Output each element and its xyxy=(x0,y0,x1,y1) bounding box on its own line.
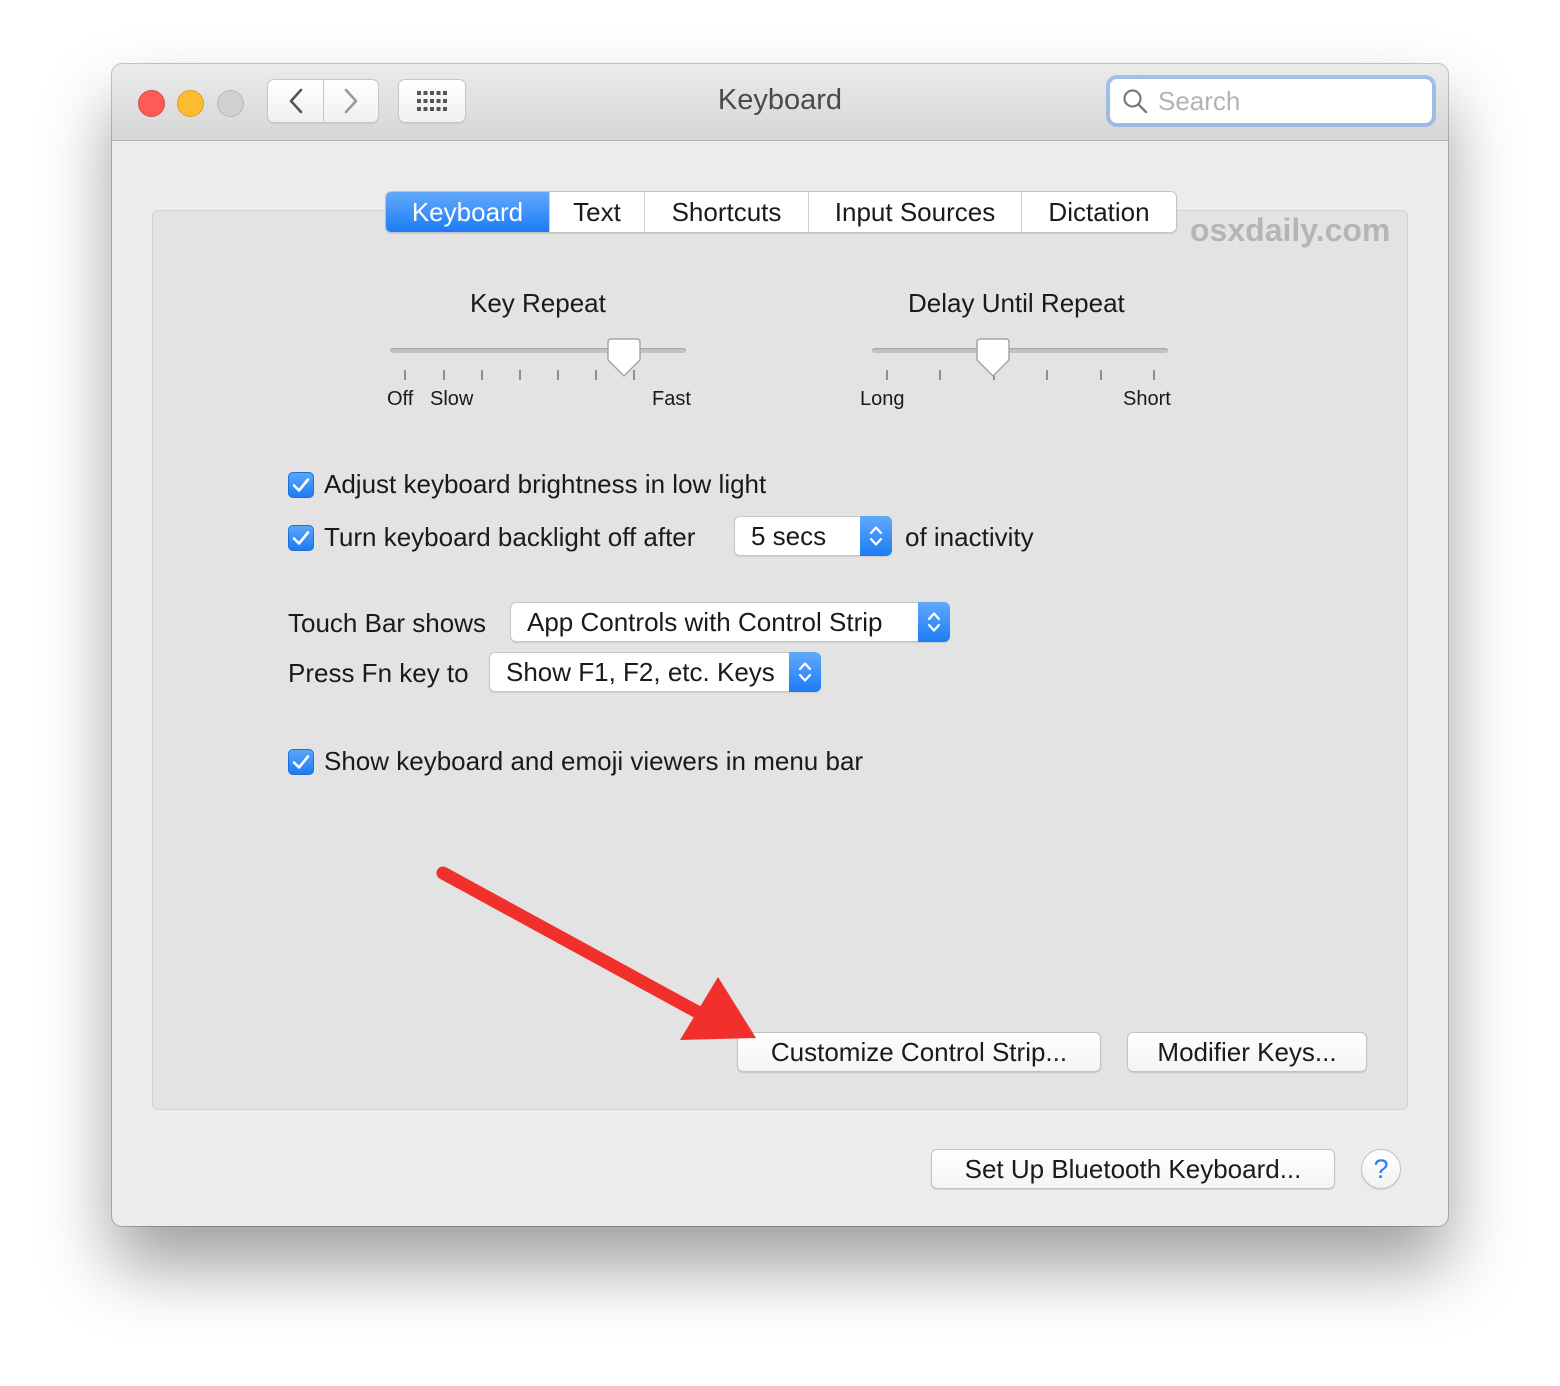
fn-key-value: Show F1, F2, etc. Keys xyxy=(506,656,775,687)
touch-bar-popup[interactable]: App Controls with Control Strip xyxy=(510,601,950,642)
customize-control-strip-button[interactable]: Customize Control Strip... xyxy=(737,1032,1101,1072)
slider-tick xyxy=(557,370,559,380)
adjust-brightness-row: Adjust keyboard brightness in low light xyxy=(288,469,766,500)
tab-shortcuts[interactable]: Shortcuts xyxy=(644,192,808,232)
help-button[interactable]: ? xyxy=(1361,1149,1401,1189)
title-bar: Keyboard xyxy=(112,64,1448,141)
slider-tick xyxy=(443,370,445,380)
slider-tick xyxy=(519,370,521,380)
touch-bar-value: App Controls with Control Strip xyxy=(527,606,883,637)
delay-until-repeat-slider-track[interactable] xyxy=(872,348,1168,353)
backlight-off-label: Turn keyboard backlight off after xyxy=(324,522,696,552)
slider-tick xyxy=(1153,370,1155,380)
tab-dictation[interactable]: Dictation xyxy=(1021,192,1176,232)
key-repeat-slider-thumb[interactable] xyxy=(607,338,641,378)
key-repeat-off-label: Off xyxy=(387,388,414,410)
adjust-brightness-label: Adjust keyboard brightness in low light xyxy=(324,469,767,499)
backlight-off-checkbox[interactable] xyxy=(288,524,314,551)
checkmark-icon xyxy=(292,530,310,545)
tab-text[interactable]: Text xyxy=(549,192,644,232)
checkmark-icon xyxy=(292,477,310,492)
watermark: osxdaily.com xyxy=(1190,212,1391,248)
fn-key-popup[interactable]: Show F1, F2, etc. Keys xyxy=(489,651,821,692)
keyboard-preferences-window: Keyboard Keyboard Text Shortcuts Input S… xyxy=(112,64,1448,1226)
tab-bar: Keyboard Text Shortcuts Input Sources Di… xyxy=(385,191,1177,233)
inactivity-suffix: of inactivity xyxy=(905,522,1034,552)
popup-stepper-icon xyxy=(860,515,892,556)
adjust-brightness-checkbox[interactable] xyxy=(288,471,314,498)
backlight-off-row: Turn keyboard backlight off after xyxy=(288,522,695,553)
search-field[interactable] xyxy=(1109,78,1433,124)
tab-input-sources[interactable]: Input Sources xyxy=(808,192,1021,232)
popup-stepper-icon xyxy=(789,651,821,692)
slider-tick xyxy=(1100,370,1102,380)
slider-tick xyxy=(481,370,483,380)
show-viewers-label: Show keyboard and emoji viewers in menu … xyxy=(324,746,864,776)
fn-key-label: Press Fn key to xyxy=(288,658,469,688)
delay-until-repeat-title: Delay Until Repeat xyxy=(908,288,1125,318)
search-icon xyxy=(1123,89,1148,114)
delay-long-label: Long xyxy=(860,388,905,410)
delay-short-label: Short xyxy=(1123,388,1171,410)
key-repeat-fast-label: Fast xyxy=(652,388,691,410)
set-up-bluetooth-keyboard-button[interactable]: Set Up Bluetooth Keyboard... xyxy=(931,1149,1335,1189)
checkmark-icon xyxy=(292,754,310,769)
tab-keyboard[interactable]: Keyboard xyxy=(386,192,549,232)
delay-until-repeat-slider-thumb[interactable] xyxy=(976,338,1010,378)
slider-tick xyxy=(404,370,406,380)
search-input[interactable] xyxy=(1156,84,1420,118)
touch-bar-label: Touch Bar shows xyxy=(288,608,486,638)
key-repeat-slow-label: Slow xyxy=(430,388,474,410)
slider-tick xyxy=(1046,370,1048,380)
show-viewers-row: Show keyboard and emoji viewers in menu … xyxy=(288,746,863,777)
popup-stepper-icon xyxy=(918,601,950,642)
key-repeat-title: Key Repeat xyxy=(470,288,606,318)
slider-tick xyxy=(886,370,888,380)
modifier-keys-button[interactable]: Modifier Keys... xyxy=(1127,1032,1367,1072)
show-viewers-checkbox[interactable] xyxy=(288,748,314,775)
backlight-duration-value: 5 secs xyxy=(751,520,827,551)
key-repeat-slider-track[interactable] xyxy=(390,348,686,353)
slider-tick xyxy=(595,370,597,380)
backlight-duration-popup[interactable]: 5 secs xyxy=(734,515,892,556)
slider-tick xyxy=(939,370,941,380)
